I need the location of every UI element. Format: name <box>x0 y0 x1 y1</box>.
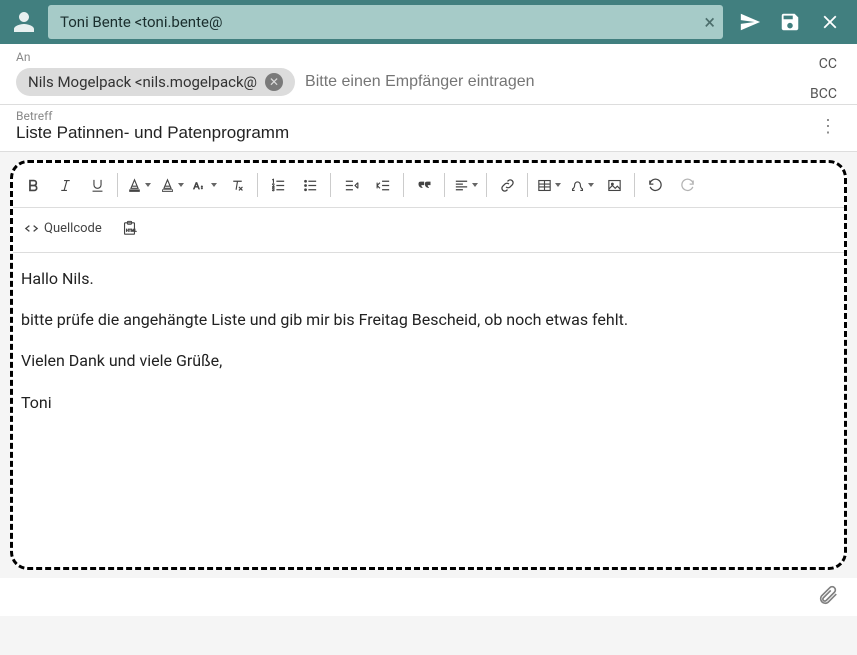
toolbar-separator <box>330 173 331 197</box>
special-char-button[interactable] <box>565 169 598 201</box>
footer <box>0 578 857 616</box>
avatar-icon <box>10 8 38 36</box>
to-row: Nils Mogelpack <nils.mogelpack@ ✕ <box>16 68 841 96</box>
text-color-button[interactable] <box>122 169 155 201</box>
body-line: Toni <box>21 391 836 414</box>
recipient-chip[interactable]: Nils Mogelpack <nils.mogelpack@ ✕ <box>16 68 295 96</box>
html-paste-button[interactable]: HTML <box>114 212 146 244</box>
editor-area: A↕ 123 Quellcode HTML Hallo Nils. bitte <box>10 160 847 570</box>
toolbar-separator <box>117 173 118 197</box>
save-button[interactable] <box>779 11 801 33</box>
blockquote-button[interactable] <box>408 169 440 201</box>
image-button[interactable] <box>598 169 630 201</box>
table-button[interactable] <box>532 169 565 201</box>
from-field[interactable]: Toni Bente <toni.bente@ × <box>48 5 723 39</box>
svg-text:3: 3 <box>272 188 275 193</box>
ordered-list-button[interactable]: 123 <box>262 169 294 201</box>
body-line: Hallo Nils. <box>21 267 836 290</box>
bold-button[interactable] <box>17 169 49 201</box>
underline-button[interactable] <box>81 169 113 201</box>
svg-text:HTML: HTML <box>126 227 137 232</box>
attachment-button[interactable] <box>817 584 839 610</box>
outdent-button[interactable] <box>335 169 367 201</box>
send-button[interactable] <box>739 11 761 33</box>
toolbar-separator <box>486 173 487 197</box>
undo-button[interactable] <box>639 169 671 201</box>
clear-format-button[interactable] <box>221 169 253 201</box>
body-line: bitte prüfe die angehängte Liste und gib… <box>21 308 836 331</box>
cc-button[interactable]: CC <box>819 56 837 72</box>
toolbar-separator <box>634 173 635 197</box>
body-line: Vielen Dank und viele Grüße, <box>21 349 836 372</box>
more-options-button[interactable]: ⋮ <box>815 112 841 141</box>
bcc-button[interactable]: BCC <box>810 86 837 102</box>
to-label: An <box>16 50 841 64</box>
recipient-text: Nils Mogelpack <nils.mogelpack@ <box>28 73 257 91</box>
unordered-list-button[interactable] <box>294 169 326 201</box>
clear-from-icon[interactable]: × <box>704 12 715 32</box>
remove-recipient-icon[interactable]: ✕ <box>265 73 283 91</box>
italic-button[interactable] <box>49 169 81 201</box>
toolbar-separator <box>257 173 258 197</box>
svg-text:A: A <box>193 181 200 191</box>
subject-label: Betreff <box>16 109 815 123</box>
font-size-button[interactable]: A↕ <box>188 169 221 201</box>
from-text: Toni Bente <toni.bente@ <box>60 13 222 31</box>
align-button[interactable] <box>449 169 482 201</box>
highlight-button[interactable] <box>155 169 188 201</box>
source-code-label: Quellcode <box>44 221 102 236</box>
email-body[interactable]: Hallo Nils. bitte prüfe die angehängte L… <box>13 253 844 567</box>
redo-button[interactable] <box>671 169 703 201</box>
subject-input[interactable] <box>16 123 815 143</box>
indent-button[interactable] <box>367 169 399 201</box>
recipient-input[interactable] <box>305 73 841 91</box>
toolbar-separator <box>403 173 404 197</box>
toolbar-separator <box>527 173 528 197</box>
to-block: An CC BCC Nils Mogelpack <nils.mogelpack… <box>0 44 857 105</box>
toolbar-separator <box>444 173 445 197</box>
close-button[interactable] <box>819 11 841 33</box>
toolbar: A↕ 123 <box>13 163 844 208</box>
compose-header: Toni Bente <toni.bente@ × <box>0 0 857 44</box>
source-code-button[interactable]: Quellcode <box>17 212 108 244</box>
toolbar-row2: Quellcode HTML <box>13 208 844 253</box>
subject-row: Betreff ⋮ <box>0 105 857 152</box>
svg-text:↕: ↕ <box>201 185 204 191</box>
header-actions <box>733 11 847 33</box>
link-button[interactable] <box>491 169 523 201</box>
